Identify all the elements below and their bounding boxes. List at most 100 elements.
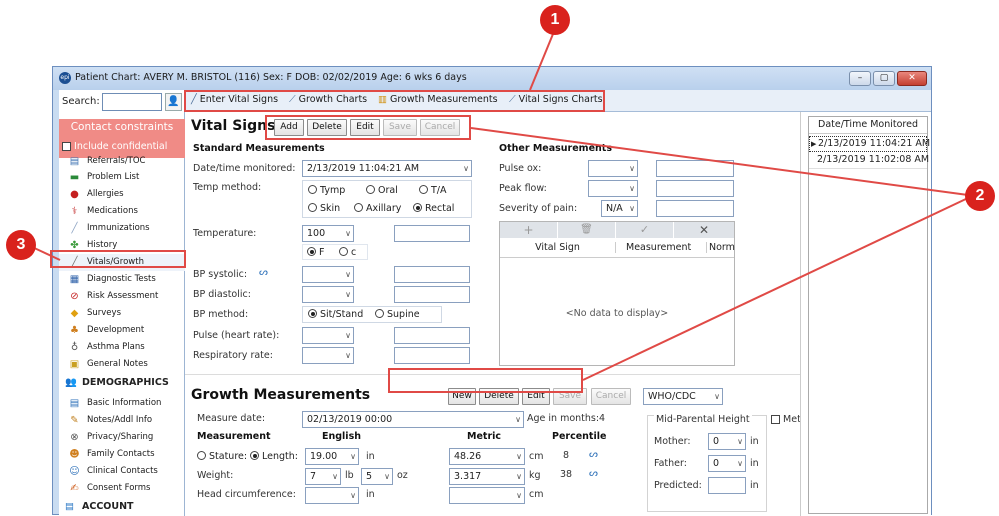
sidebar-item-privacy-sharing[interactable]: ⊗ Privacy/Sharing: [59, 429, 185, 446]
peak-flow-field[interactable]: [656, 180, 734, 197]
vitals-buttons-highlight-box: [265, 115, 471, 140]
sidebar-item-label: Family Contacts: [87, 449, 155, 459]
sidebar-item-asthma-plans[interactable]: ♁ Asthma Plans: [59, 339, 185, 356]
window-title: Patient Chart: AVERY M. BRISTOL (116) Se…: [75, 72, 467, 83]
maximize-button[interactable]: ▢: [873, 71, 895, 86]
head-english-select[interactable]: ∨: [305, 487, 359, 504]
mid-parental-header: Mid-Parental Height: [654, 414, 752, 425]
bp-diastolic-select[interactable]: ∨: [302, 286, 354, 303]
celsius-radio[interactable]: c: [339, 247, 356, 258]
sidebar-item-general-notes[interactable]: ▣ General Notes: [59, 356, 185, 373]
consent-icon: ✍: [70, 483, 79, 494]
fahrenheit-radio[interactable]: F: [307, 247, 324, 258]
search-input[interactable]: [102, 93, 162, 111]
sidebar-item-referrals[interactable]: ▤ Referrals/TOC: [59, 156, 185, 166]
chart-icon: ▦: [69, 274, 80, 285]
predicted-height-field[interactable]: [708, 477, 746, 494]
chevron-down-icon: ∨: [345, 229, 351, 238]
peak-flow-label: Peak flow:: [499, 183, 547, 194]
sidebar-item-risk-assessment[interactable]: ⊘ Risk Assessment: [59, 288, 185, 305]
col-vital-sign[interactable]: Vital Sign: [500, 242, 616, 253]
sidebar-item-label: Diagnostic Tests: [87, 274, 156, 284]
head-metric-select[interactable]: ∨: [449, 487, 525, 504]
pain-severity-field[interactable]: [656, 200, 734, 217]
mother-height-select[interactable]: 0 ∨: [708, 433, 746, 450]
date-list-header[interactable]: Date/Time Monitored: [809, 119, 927, 134]
rectal-radio[interactable]: Rectal: [413, 203, 454, 214]
axillary-radio[interactable]: Axillary: [354, 203, 401, 214]
age-in-months: Age in months:4: [527, 413, 606, 424]
date-row-selected[interactable]: ▶ 2/13/2019 11:04:21 AM: [809, 136, 930, 152]
pulse-select[interactable]: ∨: [302, 327, 354, 344]
minimize-button[interactable]: –: [849, 71, 871, 86]
weight-oz-select[interactable]: 5 ∨: [361, 468, 393, 485]
metric-checkbox[interactable]: [771, 415, 780, 424]
sidebar-item-development[interactable]: ♣ Development: [59, 322, 185, 339]
callout-badge-2: 2: [965, 181, 995, 211]
sidebar-item-problem-list[interactable]: ▬ Problem List: [59, 169, 185, 186]
app-logo-icon: epi: [59, 72, 71, 84]
add-row-button[interactable]: +: [500, 222, 558, 238]
wave-chart-icon[interactable]: ᔕ: [259, 267, 268, 278]
measure-date-field[interactable]: 02/13/2019 00:00 ∨: [302, 411, 524, 428]
sidebar-item-family-contacts[interactable]: ☻ Family Contacts: [59, 446, 185, 463]
pain-severity-select[interactable]: N/A ∨: [601, 200, 638, 217]
date-row[interactable]: 2/13/2019 11:02:08 AM: [809, 153, 929, 169]
close-icon[interactable]: ✕: [674, 222, 734, 238]
inch-unit-label: in: [366, 451, 375, 462]
search-person-icon[interactable]: 👤: [165, 93, 182, 111]
chevron-down-icon: ∨: [714, 392, 720, 401]
sidebar-item-consent-forms[interactable]: ✍ Consent Forms: [59, 480, 185, 497]
sidebar-item-surveys[interactable]: ◆ Surveys: [59, 305, 185, 322]
col-measurement[interactable]: Measurement: [626, 242, 691, 253]
demographics-header[interactable]: 👥 DEMOGRAPHICS: [65, 377, 169, 388]
length-english-select[interactable]: 19.00 ∨: [305, 448, 359, 465]
peak-flow-select[interactable]: ∨: [588, 180, 638, 197]
tymp-radio[interactable]: Tymp: [308, 185, 345, 196]
trash-icon[interactable]: 🗑: [558, 222, 616, 238]
growth-cancel-button[interactable]: Cancel: [591, 388, 631, 405]
length-metric-select[interactable]: 48.26 ∨: [449, 448, 525, 465]
sidebar-item-allergies[interactable]: ● Allergies: [59, 186, 185, 203]
close-button[interactable]: ✕: [897, 71, 927, 86]
oral-radio[interactable]: Oral: [366, 185, 398, 196]
sidebar-item-diagnostic-tests[interactable]: ▦ Diagnostic Tests: [59, 271, 185, 288]
check-icon[interactable]: ✓: [616, 222, 674, 238]
growth-standard-select[interactable]: WHO/CDC ∨: [643, 388, 723, 405]
wave-chart-icon[interactable]: ᔕ: [589, 468, 598, 479]
bp-systolic-select[interactable]: ∨: [302, 266, 354, 283]
sidebar-item-medications[interactable]: ⚕ Medications: [59, 203, 185, 220]
pulse-ox-field[interactable]: [656, 160, 734, 177]
sidebar-item-basic-information[interactable]: ▤ Basic Information: [59, 395, 185, 412]
stature-radio[interactable]: Stature:: [197, 451, 247, 462]
ta-radio[interactable]: T/A: [419, 185, 447, 196]
bp-diastolic-field[interactable]: [394, 286, 470, 303]
sidebar-item-immunizations[interactable]: ╱ Immunizations: [59, 220, 185, 237]
col-norm[interactable]: Norm: [706, 242, 735, 253]
allergy-icon: ●: [70, 189, 79, 200]
datetime-field[interactable]: 2/13/2019 11:04:21 AM ∨: [302, 160, 472, 177]
weight-kg-select[interactable]: 3.317 ∨: [449, 468, 525, 485]
chevron-down-icon: ∨: [737, 437, 743, 446]
supine-radio[interactable]: Supine: [375, 309, 420, 320]
length-radio[interactable]: Length:: [250, 451, 298, 462]
sidebar-item-notes-addl-info[interactable]: ✎ Notes/Addl Info: [59, 412, 185, 429]
include-confidential-checkbox[interactable]: [62, 142, 71, 151]
sidebar-item-clinical-contacts[interactable]: ☺ Clinical Contacts: [59, 463, 185, 480]
father-height-select[interactable]: 0 ∨: [708, 455, 746, 472]
skin-radio[interactable]: Skin: [308, 203, 340, 214]
pulse-ox-select[interactable]: ∨: [588, 160, 638, 177]
temperature-select[interactable]: 100 ∨: [302, 225, 354, 242]
title-bar: epi Patient Chart: AVERY M. BRISTOL (116…: [53, 67, 931, 90]
grid-empty-message: <No data to display>: [565, 308, 669, 319]
bp-systolic-field[interactable]: [394, 266, 470, 283]
sit-stand-radio[interactable]: Sit/Stand: [308, 309, 363, 320]
temperature-decimal-field[interactable]: [394, 225, 470, 242]
wave-chart-icon[interactable]: ᔕ: [589, 449, 598, 460]
notes-icon: ✎: [70, 415, 79, 426]
weight-lb-select[interactable]: 7 ∨: [305, 468, 341, 485]
respiratory-rate-field[interactable]: [394, 347, 470, 364]
respiratory-rate-select[interactable]: ∨: [302, 347, 354, 364]
pulse-field[interactable]: [394, 327, 470, 344]
account-header[interactable]: ▤ ACCOUNT: [65, 501, 134, 512]
